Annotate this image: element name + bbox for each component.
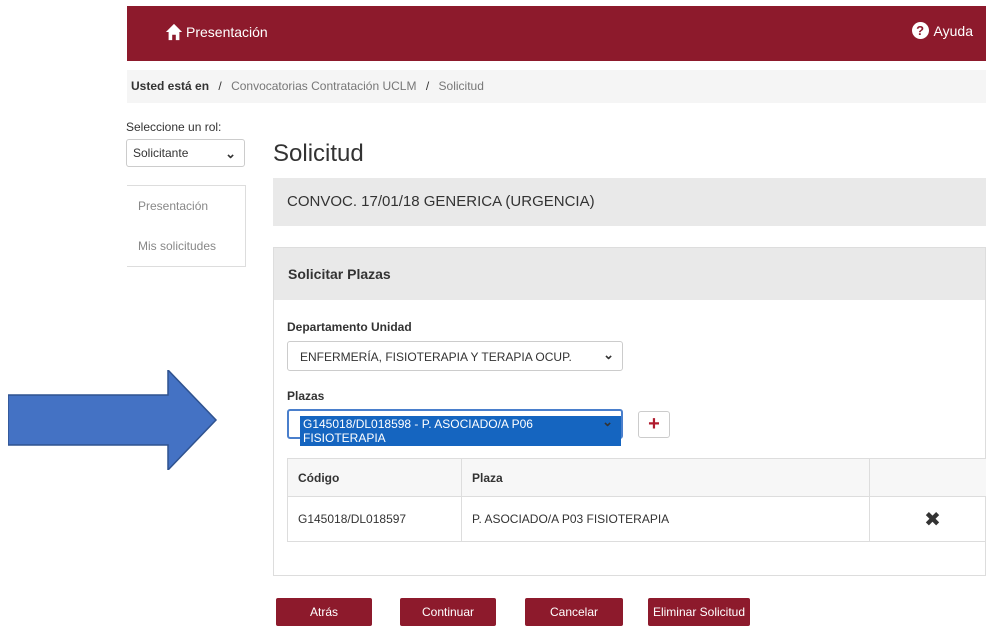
cancelar-button[interactable]: Cancelar xyxy=(525,598,623,626)
plazas-table: Código Plaza G145018/DL018597 P. ASOCIAD… xyxy=(287,458,986,542)
table-header-row: Código Plaza xyxy=(288,459,986,497)
home-icon xyxy=(165,23,183,41)
cell-plaza: P. ASOCIADO/A P03 FISIOTERAPIA xyxy=(462,497,870,542)
departamento-label: Departamento Unidad xyxy=(287,320,412,334)
departamento-select[interactable]: ENFERMERÍA, FISIOTERAPIA Y TERAPIA OCUP.… xyxy=(287,341,623,371)
chevron-down-icon: ⌄ xyxy=(603,347,614,363)
presentacion-label: Presentación xyxy=(186,24,268,40)
role-label: Seleccione un rol: xyxy=(126,120,221,134)
breadcrumb-separator: / xyxy=(218,79,221,93)
breadcrumb-solicitud: Solicitud xyxy=(439,79,484,93)
add-plaza-button[interactable]: + xyxy=(638,411,670,438)
plazas-select[interactable]: G145018/DL018598 - P. ASOCIADO/A P06 FIS… xyxy=(287,409,623,439)
breadcrumb-convocatorias[interactable]: Convocatorias Contratación UCLM xyxy=(231,79,416,93)
departamento-select-value: ENFERMERÍA, FISIOTERAPIA Y TERAPIA OCUP. xyxy=(300,350,572,364)
column-header-actions xyxy=(870,459,986,497)
help-link[interactable]: ? Ayuda xyxy=(912,22,973,39)
column-header-plaza: Plaza xyxy=(462,459,870,497)
page-title: Solicitud xyxy=(273,140,364,168)
column-header-codigo: Código xyxy=(288,459,462,497)
breadcrumb-separator: / xyxy=(426,79,429,93)
breadcrumb-here: Usted está en xyxy=(131,79,209,93)
panel-title: Solicitar Plazas xyxy=(274,248,985,300)
help-label: Ayuda xyxy=(934,23,973,39)
help-circle-icon: ? xyxy=(912,22,929,39)
remove-x-icon[interactable]: ✖ xyxy=(870,497,986,542)
solicitar-plazas-panel: Solicitar Plazas Departamento Unidad ENF… xyxy=(273,247,986,576)
presentacion-link[interactable]: Presentación xyxy=(165,23,268,41)
convocatoria-title: CONVOC. 17/01/18 GENERICA (URGENCIA) xyxy=(273,178,986,226)
chevron-down-icon: ⌄ xyxy=(602,414,613,430)
arrow-right-icon xyxy=(8,370,218,470)
role-select-value: Solicitante xyxy=(133,146,188,160)
atras-button[interactable]: Atrás xyxy=(276,598,372,626)
cell-codigo: G145018/DL018597 xyxy=(288,497,462,542)
plazas-label: Plazas xyxy=(287,389,324,403)
role-select[interactable]: Solicitante ⌄ xyxy=(126,139,245,167)
breadcrumb: Usted está en / Convocatorias Contrataci… xyxy=(127,70,986,103)
plazas-select-value: G145018/DL018598 - P. ASOCIADO/A P06 FIS… xyxy=(300,416,621,446)
continuar-button[interactable]: Continuar xyxy=(400,598,496,626)
eliminar-solicitud-button[interactable]: Eliminar Solicitud xyxy=(648,598,750,626)
chevron-down-icon: ⌄ xyxy=(225,141,236,167)
table-row: G145018/DL018597 P. ASOCIADO/A P03 FISIO… xyxy=(288,497,986,542)
top-navbar: Presentación ? Ayuda xyxy=(127,6,986,61)
sidebar-item-mis-solicitudes[interactable]: Mis solicitudes xyxy=(127,226,245,266)
sidebar-item-presentacion[interactable]: Presentación xyxy=(127,186,245,226)
sidebar-nav: Presentación Mis solicitudes xyxy=(127,185,246,267)
